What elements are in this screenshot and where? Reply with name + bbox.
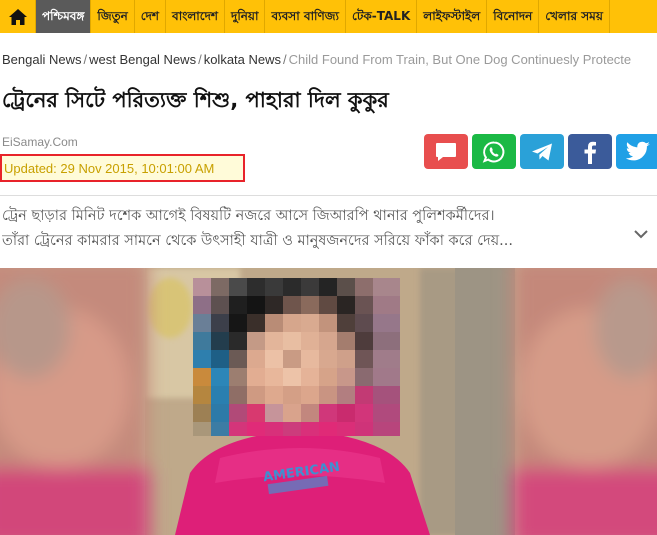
telegram-icon	[532, 143, 552, 160]
breadcrumb-separator: /	[283, 52, 287, 67]
breadcrumb: Bengali News / west Bengal News / kolkata Ne…	[2, 52, 631, 67]
article-summary: ট্রেন ছাড়ার মিনিট দশেক আগেই বিষয়টি নজর…	[2, 204, 602, 254]
nav-item-business[interactable]: ব্যবসা বাণিজ্য	[265, 0, 346, 33]
summary-line-1: ট্রেন ছাড়ার মিনিট দশেক আগেই বিষয়টি নজর…	[2, 208, 495, 224]
share-buttons	[424, 134, 657, 169]
article-photo: AMERICAN	[0, 268, 657, 535]
chevron-down-icon[interactable]	[631, 224, 651, 244]
article-headline: ট্রেনের সিটে পরিত্যক্ত শিশু, পাহারা দিল …	[2, 88, 389, 112]
nav-item-desh[interactable]: দেশ	[135, 0, 167, 33]
site-name: EiSamay.Com	[2, 135, 78, 149]
home-icon	[8, 8, 27, 25]
nav-item-entertainment[interactable]: বিনোদন	[487, 0, 540, 33]
nav-item-bangladesh[interactable]: বাংলাদেশ	[166, 0, 226, 33]
breadcrumb-current: Child Found From Train, But One Dog Cont…	[288, 52, 632, 67]
nav-item-tech[interactable]: টেক-TALK	[346, 0, 418, 33]
facebook-button[interactable]	[568, 134, 612, 169]
updated-timestamp-highlight: Updated: 29 Nov 2015, 10:01:00 AM	[0, 154, 245, 182]
nav-item-sports[interactable]: খেলার সময়	[539, 0, 610, 33]
whatsapp-icon	[482, 140, 505, 163]
nav-item-west-bengal[interactable]: পশ্চিমবঙ্গ	[36, 0, 92, 33]
breadcrumb-item-bengali-news[interactable]: Bengali News	[2, 52, 82, 67]
nav-item-lifestyle[interactable]: লাইফস্টাইল	[417, 0, 488, 33]
updated-timestamp: Updated: 29 Nov 2015, 10:01:00 AM	[4, 160, 215, 176]
breadcrumb-separator: /	[83, 52, 88, 67]
top-nav: পশ্চিমবঙ্গ জিতুন দেশ বাংলাদেশ দুনিয়া ব্…	[0, 0, 657, 33]
comment-icon	[436, 142, 456, 161]
twitter-button[interactable]	[616, 134, 657, 169]
breadcrumb-separator: /	[198, 52, 202, 67]
facebook-icon	[584, 141, 596, 164]
section-divider	[0, 195, 657, 196]
child-photo-illustration: AMERICAN	[0, 268, 657, 535]
home-button[interactable]	[0, 0, 36, 33]
breadcrumb-item-kolkata-news[interactable]: kolkata News	[204, 52, 281, 67]
telegram-button[interactable]	[520, 134, 564, 169]
comment-button[interactable]	[424, 134, 468, 169]
nav-item-duniya[interactable]: দুনিয়া	[225, 0, 266, 33]
summary-line-2: তাঁরা ট্রেনের কামরার সামনে থেকে উৎসাহী য…	[2, 233, 513, 249]
whatsapp-button[interactable]	[472, 134, 516, 169]
pixelated-face	[193, 278, 400, 436]
nav-item-jitun[interactable]: জিতুন	[91, 0, 135, 33]
breadcrumb-item-west-bengal-news[interactable]: west Bengal News	[89, 52, 196, 67]
twitter-icon	[625, 141, 650, 160]
